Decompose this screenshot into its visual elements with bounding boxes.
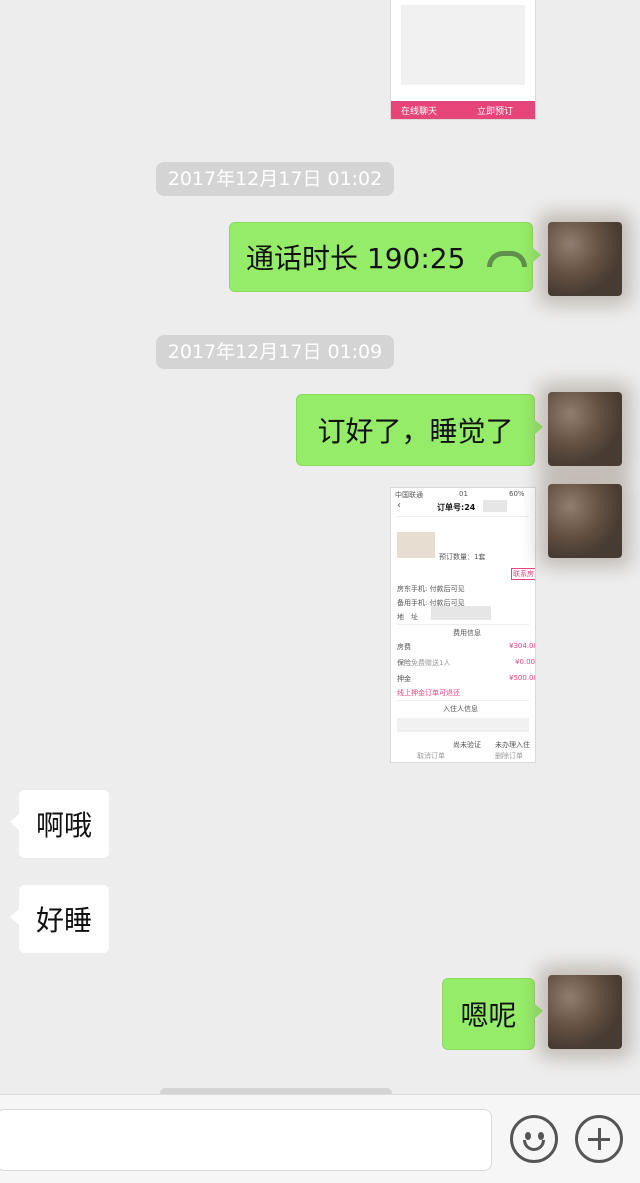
emoji-icon-mouth — [523, 1140, 545, 1151]
blurred-property-photo — [397, 532, 435, 558]
emoji-button[interactable] — [510, 1115, 558, 1163]
insurance-note: 免费赠送1人 — [411, 659, 451, 667]
blurred-address — [431, 606, 491, 620]
my-avatar[interactable] — [548, 392, 622, 466]
blurred-guest-info — [397, 718, 529, 732]
message-text: 好睡 — [35, 904, 92, 937]
insurance-label: 保险 — [397, 659, 411, 667]
message-bubble-outgoing[interactable]: 订好了，睡觉了 — [296, 394, 543, 466]
fee-section-title: 费用信息 — [453, 629, 481, 637]
shared-card-thumbnail[interactable]: 在线聊天 立即预订 — [390, 0, 536, 120]
call-duration-bubble[interactable]: 通话时长 190:25 — [229, 222, 541, 292]
room-count: 预订数量：1套 — [439, 553, 486, 561]
message-text: 订好了，睡觉了 — [317, 415, 514, 448]
my-avatar[interactable] — [548, 484, 622, 558]
my-avatar[interactable] — [548, 975, 622, 1049]
message-text: 啊哦 — [35, 809, 92, 842]
back-chevron-icon: ‹ — [397, 500, 401, 511]
deposit-note: 线上押金订单可退还 — [397, 689, 460, 697]
emoji-icon-eye — [538, 1132, 544, 1140]
order-screenshot-image[interactable]: 中国联通 01 60% ‹ 订单号:24 预订数量：1套 联系房东 房东手机: … — [390, 487, 536, 763]
chat-input-bar — [0, 1094, 640, 1183]
divider — [397, 624, 529, 625]
book-now-label: 立即预订 — [477, 107, 514, 117]
deposit-value: ¥500.00 — [509, 674, 536, 682]
status-battery: 60% — [509, 490, 525, 498]
phone-hangup-icon — [487, 247, 528, 267]
chat-online-label: 在线聊天 — [401, 107, 438, 117]
plus-icon-vertical — [598, 1128, 601, 1150]
blurred-card-image — [401, 5, 525, 85]
message-text: 嗯呢 — [460, 999, 517, 1032]
insurance-value: ¥0.00 — [515, 658, 536, 666]
rent-value: ¥304.00 — [509, 642, 536, 650]
status-carrier: 中国联通 — [395, 491, 423, 499]
divider — [397, 516, 529, 517]
divider — [397, 700, 529, 701]
call-duration-text: 通话时长 190:25 — [246, 242, 466, 275]
message-bubble-incoming[interactable]: 好睡 — [10, 884, 110, 954]
order-title: 订单号:24 — [437, 503, 476, 512]
message-bubble-incoming[interactable]: 啊哦 — [10, 789, 110, 859]
address-label: 地 址 — [397, 613, 418, 621]
host-phone: 房东手机: 付款后可见 — [397, 585, 465, 593]
message-bubble-outgoing[interactable]: 嗯呢 — [442, 978, 543, 1050]
timestamp: 2017年12月17日 01:02 — [156, 162, 394, 196]
guest-unverified: 尚未验证 — [453, 741, 481, 749]
guest-checkin-status: 未办理入住 — [495, 741, 530, 749]
message-input[interactable] — [0, 1109, 492, 1171]
blurred-order-number — [483, 500, 507, 512]
more-plus-button[interactable] — [575, 1115, 623, 1163]
rent-label: 房费 — [397, 643, 411, 651]
my-avatar[interactable] — [548, 222, 622, 296]
emoji-icon-eye — [525, 1132, 531, 1140]
deposit-label: 押金 — [397, 675, 411, 683]
card-action-bar: 在线聊天 立即预订 — [391, 101, 535, 119]
cancel-order-button[interactable]: 取消订单 — [417, 751, 445, 761]
status-time: 01 — [459, 490, 468, 498]
delete-order-button[interactable]: 删除订单 — [495, 751, 523, 761]
timestamp: 2017年12月17日 01:09 — [156, 335, 394, 369]
contact-host-badge[interactable]: 联系房东 — [511, 568, 535, 580]
guest-section-title: 入住人信息 — [443, 705, 478, 713]
